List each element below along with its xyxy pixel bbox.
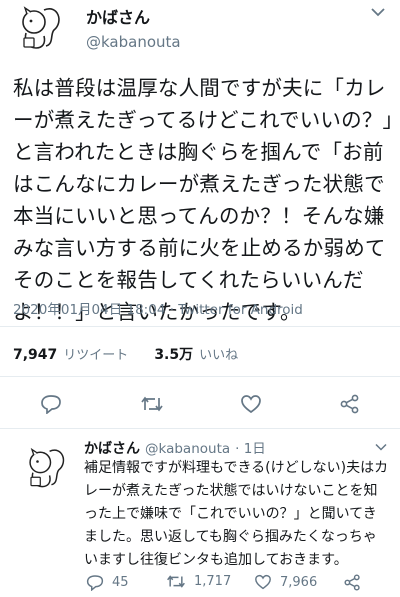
tweet-text: 私は普段は温厚な人間ですが夫に「カレーが煮えたぎってるけどこれでいいの？」と言わ… bbox=[13, 76, 393, 324]
reply-avatar[interactable] bbox=[16, 440, 72, 496]
chevron-down-icon[interactable] bbox=[370, 6, 386, 18]
like-label[interactable]: いいね bbox=[199, 344, 238, 363]
reply-text: 補足情報ですが料理もできる(けどしない)夫はカレーが煮えたぎった状態ではいけない… bbox=[84, 460, 389, 568]
like-icon[interactable] bbox=[240, 394, 262, 414]
like-icon[interactable] bbox=[254, 574, 272, 590]
reply-retweet-count: 1,717 bbox=[194, 574, 232, 589]
like-count[interactable]: 3.5万 bbox=[154, 344, 193, 364]
author-handle[interactable]: @kabanouta bbox=[86, 33, 181, 51]
tweet-timestamp[interactable]: 2020年01月04日 18:04 · Twitter for Android bbox=[13, 298, 303, 318]
retweet-icon[interactable] bbox=[166, 574, 186, 589]
share-icon[interactable] bbox=[344, 574, 361, 591]
reply-icon[interactable] bbox=[86, 574, 104, 591]
reply-author-name[interactable]: かばさん bbox=[84, 438, 140, 458]
reply-author-handle[interactable]: @kabanouta bbox=[145, 441, 230, 457]
reply-action-retweet[interactable]: 1,717 bbox=[166, 574, 231, 589]
retweet-count[interactable]: 7,947 bbox=[13, 347, 57, 363]
reply-count: 45 bbox=[112, 575, 129, 590]
share-icon[interactable] bbox=[340, 394, 360, 414]
divider bbox=[0, 376, 400, 377]
chevron-down-icon[interactable] bbox=[374, 442, 388, 452]
reply-age[interactable]: · 1日 bbox=[235, 437, 266, 457]
retweet-icon[interactable] bbox=[140, 395, 164, 413]
divider bbox=[0, 428, 400, 429]
avatar-squirrel-icon bbox=[29, 447, 65, 488]
avatar[interactable] bbox=[8, 0, 68, 56]
reply-header: かばさん @kabanouta · 1日 bbox=[84, 437, 266, 458]
retweet-label[interactable]: リツイート bbox=[63, 344, 128, 363]
reply-like-count: 7,966 bbox=[280, 574, 318, 590]
avatar-squirrel-icon bbox=[22, 6, 60, 49]
stats-row: 7,947 リツイート 3.5万 いいね bbox=[13, 344, 238, 364]
reply-action-reply[interactable]: 45 bbox=[86, 574, 129, 591]
divider bbox=[0, 326, 400, 327]
reply-icon[interactable] bbox=[40, 394, 62, 414]
reply-action-like[interactable]: 7,966 bbox=[254, 574, 317, 590]
author-name[interactable]: かばさん bbox=[86, 4, 150, 28]
